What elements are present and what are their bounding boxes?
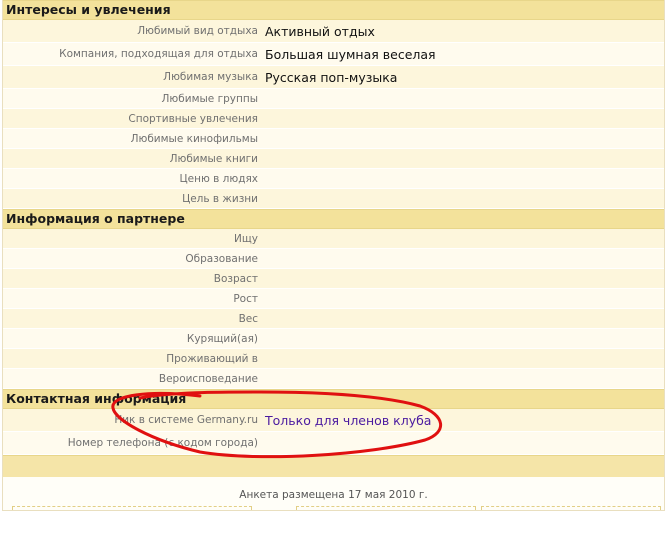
field-label: Любимые книги bbox=[169, 153, 258, 165]
profile-row: Ник в системе Germany.ru Только для член… bbox=[3, 409, 664, 432]
field-value bbox=[260, 349, 265, 368]
field-label: Возраст bbox=[213, 273, 258, 285]
field-value bbox=[260, 309, 265, 328]
field-value bbox=[260, 432, 265, 454]
field-label: Номер телефона (с кодом города) bbox=[67, 437, 258, 449]
section-header-interests: Интересы и увлечения bbox=[3, 0, 664, 20]
field-value: Активный отдых bbox=[265, 24, 375, 39]
field-value bbox=[260, 229, 265, 248]
field-label: Ник в системе Germany.ru bbox=[114, 414, 258, 426]
field-value bbox=[260, 89, 265, 108]
profile-row: Любимые кинофильмы bbox=[3, 129, 664, 149]
field-value bbox=[260, 369, 265, 388]
field-label: Вероисповедание bbox=[158, 373, 258, 385]
profile-row: Рост bbox=[3, 289, 664, 309]
profile-row: Любимая музыка Русская поп-музыка bbox=[3, 66, 664, 89]
field-value bbox=[260, 109, 265, 128]
profile-row: Проживающий в bbox=[3, 349, 664, 369]
section-header-partner: Информация о партнере bbox=[3, 209, 664, 229]
profile-panel: Интересы и увлечения Любимый вид отдыха … bbox=[2, 0, 665, 511]
members-only-link[interactable]: Только для членов клуба bbox=[260, 409, 431, 431]
field-label: Курящий(ая) bbox=[186, 333, 258, 345]
posted-date-text: Анкета размещена 17 мая 2010 г. bbox=[239, 489, 428, 501]
profile-row: Любимые группы bbox=[3, 89, 664, 109]
field-label: Вес bbox=[238, 313, 258, 325]
profile-row: Компания, подходящая для отдыха Большая … bbox=[3, 43, 664, 66]
field-label: Ищу bbox=[234, 233, 258, 245]
field-value bbox=[260, 169, 265, 188]
profile-row: Курящий(ая) bbox=[3, 329, 664, 349]
field-value bbox=[260, 269, 265, 288]
profile-row: Ищу bbox=[3, 229, 664, 249]
section-header-contact: Контактная информация bbox=[3, 389, 664, 409]
field-value bbox=[260, 289, 265, 308]
field-label: Образование bbox=[185, 253, 258, 265]
field-label: Любимые группы bbox=[161, 93, 258, 105]
field-label: Проживающий в bbox=[166, 353, 258, 365]
profile-row: Вес bbox=[3, 309, 664, 329]
field-value bbox=[260, 249, 265, 268]
dashed-box-middle bbox=[296, 506, 476, 510]
profile-row: Ценю в людях bbox=[3, 169, 664, 189]
field-label: Спортивные увлечения bbox=[128, 113, 258, 125]
profile-row: Спортивные увлечения bbox=[3, 109, 664, 129]
profile-row: Цель в жизни bbox=[3, 189, 664, 209]
profile-row: Любимые книги bbox=[3, 149, 664, 169]
profile-row: Любимый вид отдыха Активный отдых bbox=[3, 20, 664, 43]
field-value: Русская поп-музыка bbox=[265, 70, 398, 85]
profile-row: Номер телефона (с кодом города) bbox=[3, 432, 664, 455]
field-label: Цель в жизни bbox=[182, 193, 258, 205]
field-value bbox=[260, 149, 265, 168]
profile-row: Возраст bbox=[3, 269, 664, 289]
field-label: Компания, подходящая для отдыха bbox=[59, 48, 258, 60]
section-spacer-bar bbox=[3, 455, 664, 477]
field-value bbox=[260, 329, 265, 348]
dashed-box-right bbox=[481, 506, 661, 510]
field-label: Любимый вид отдыха bbox=[137, 25, 258, 37]
field-value bbox=[260, 129, 265, 148]
field-value bbox=[260, 189, 265, 208]
profile-row: Вероисповедание bbox=[3, 369, 664, 389]
field-label: Любимые кинофильмы bbox=[130, 133, 258, 145]
dashed-box-left bbox=[12, 506, 252, 510]
field-label: Любимая музыка bbox=[163, 71, 258, 83]
field-value: Большая шумная веселая bbox=[265, 47, 436, 62]
field-label: Ценю в людях bbox=[179, 173, 258, 185]
field-label: Рост bbox=[233, 293, 258, 305]
profile-row: Образование bbox=[3, 249, 664, 269]
